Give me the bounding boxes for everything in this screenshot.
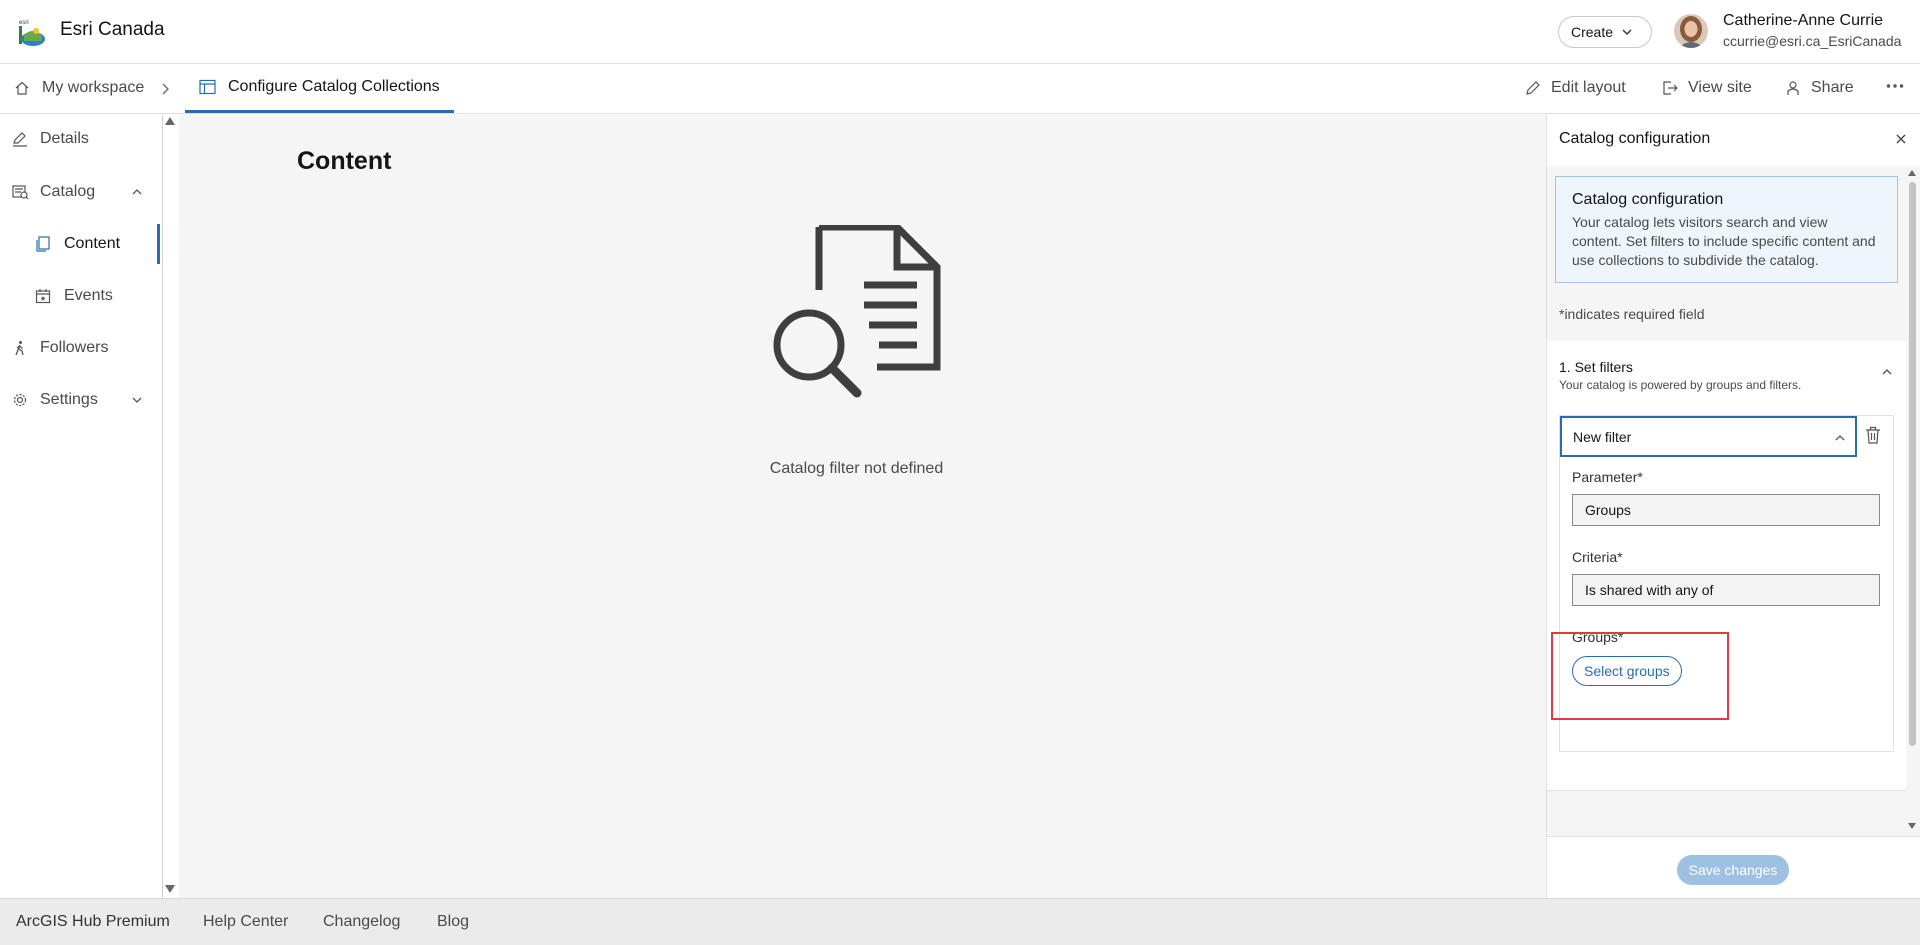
criteria-field[interactable]: Is shared with any of — [1572, 574, 1880, 606]
pencil-icon — [1525, 80, 1541, 96]
sidebar-item-label: Settings — [40, 391, 98, 408]
required-field-note: *indicates required field — [1559, 306, 1705, 322]
sidebar-item-catalog[interactable]: Catalog — [0, 172, 160, 212]
footer-link-blog[interactable]: Blog — [437, 913, 469, 931]
share-button[interactable]: Share — [1785, 79, 1854, 97]
edit-layout-label: Edit layout — [1551, 79, 1626, 96]
user-name[interactable]: Catherine-Anne Currie — [1723, 12, 1883, 30]
section-title[interactable]: 1. Set filters — [1559, 359, 1633, 375]
footer-link-hub-premium[interactable]: ArcGIS Hub Premium — [16, 913, 170, 931]
panel-scrollbar-thumb[interactable] — [1909, 182, 1916, 746]
parameter-label: Parameter* — [1572, 469, 1643, 485]
panel-footer: Save changes — [1547, 836, 1920, 898]
view-site-button[interactable]: View site — [1662, 79, 1752, 97]
footer-link-changelog[interactable]: Changelog — [323, 913, 400, 931]
chevron-up-icon — [1834, 432, 1846, 444]
create-label: Create — [1571, 24, 1614, 40]
avatar[interactable] — [1674, 14, 1708, 48]
org-name[interactable]: Esri Canada — [60, 19, 165, 41]
section-subtitle: Your catalog is powered by groups and fi… — [1559, 378, 1802, 392]
sidebar-item-label: Events — [64, 287, 113, 304]
close-icon[interactable] — [1895, 133, 1907, 145]
scroll-down-arrow-icon[interactable] — [165, 885, 175, 893]
sidebar-item-label: Catalog — [40, 183, 96, 200]
trash-icon[interactable] — [1865, 426, 1881, 444]
home-icon — [14, 80, 30, 96]
create-button[interactable]: Create — [1558, 16, 1652, 48]
groups-label: Groups* — [1572, 629, 1624, 645]
parameter-field[interactable]: Groups — [1572, 494, 1880, 526]
chevron-up-icon[interactable] — [1881, 366, 1893, 378]
sidebar-item-content[interactable]: Content — [0, 224, 160, 264]
catalog-icon — [12, 184, 29, 200]
sidebar-item-label: Content — [64, 235, 121, 252]
sidebar-item-events[interactable]: Events — [0, 276, 160, 316]
walking-person-icon — [12, 340, 28, 356]
layout-icon — [199, 79, 216, 95]
document-search-icon — [769, 225, 949, 405]
chevron-up-icon — [131, 186, 143, 198]
chevron-down-icon — [1621, 26, 1633, 38]
breadcrumb-workspace[interactable]: My workspace — [14, 79, 144, 97]
gear-icon — [12, 392, 28, 408]
sidebar-item-label: Followers — [40, 339, 109, 356]
sidebar-item-settings[interactable]: Settings — [0, 380, 160, 420]
select-groups-button[interactable]: Select groups — [1572, 656, 1682, 686]
top-header: esri Esri Canada Create Catherine-Anne C… — [0, 0, 1920, 64]
sidebar-item-followers[interactable]: Followers — [0, 328, 160, 368]
content-icon — [35, 236, 51, 252]
sidebar: Details Catalog Content Events Followers… — [0, 115, 163, 898]
view-site-label: View site — [1688, 79, 1752, 96]
more-options-icon[interactable] — [1886, 83, 1904, 89]
context-navbar: My workspace Configure Catalog Collectio… — [0, 64, 1920, 114]
svg-text:esri: esri — [19, 20, 29, 26]
pencil-icon — [12, 131, 28, 147]
main-content: Content Catalog filter not defined — [179, 115, 1720, 898]
set-filters-section: 1. Set filters Your catalog is powered b… — [1547, 341, 1906, 791]
info-body: Your catalog lets visitors search and vi… — [1572, 214, 1876, 268]
scroll-up-arrow-icon[interactable] — [165, 117, 175, 125]
sidebar-item-label: Details — [40, 130, 89, 147]
footer-link-help-center[interactable]: Help Center — [203, 913, 288, 931]
empty-state-message: Catalog filter not defined — [769, 460, 944, 477]
panel-title: Catalog configuration — [1559, 130, 1711, 147]
person-icon — [1785, 80, 1801, 96]
info-notice: Catalog configuration Your catalog lets … — [1555, 176, 1898, 283]
new-filter-toggle[interactable]: New filter — [1560, 416, 1857, 457]
tab-configure-label: Configure Catalog Collections — [228, 78, 440, 95]
tab-configure-catalog-collections[interactable]: Configure Catalog Collections — [185, 64, 454, 113]
panel-body: Catalog configuration Your catalog lets … — [1547, 166, 1920, 836]
launch-icon — [1662, 80, 1678, 96]
criteria-label: Criteria* — [1572, 549, 1623, 565]
chevron-right-icon — [160, 82, 170, 96]
save-changes-button[interactable]: Save changes — [1677, 855, 1789, 885]
org-logo[interactable]: esri — [18, 17, 46, 47]
filter-card: New filter Parameter* Groups Criteria* I… — [1559, 415, 1894, 752]
chevron-down-icon — [131, 394, 143, 406]
footer: ArcGIS Hub Premium Help Center Changelog… — [0, 898, 1920, 945]
sidebar-item-details[interactable]: Details — [0, 119, 160, 159]
share-label: Share — [1811, 79, 1854, 96]
info-title: Catalog configuration — [1572, 191, 1724, 208]
filter-title: New filter — [1573, 428, 1632, 445]
calendar-icon — [35, 288, 51, 304]
catalog-configuration-panel: Catalog configuration Catalog configurat… — [1546, 115, 1920, 898]
edit-layout-button[interactable]: Edit layout — [1525, 79, 1626, 97]
page-title: Content — [297, 147, 392, 175]
breadcrumb-workspace-label: My workspace — [42, 79, 145, 96]
user-email: ccurrie@esri.ca_EsriCanada — [1723, 33, 1902, 49]
